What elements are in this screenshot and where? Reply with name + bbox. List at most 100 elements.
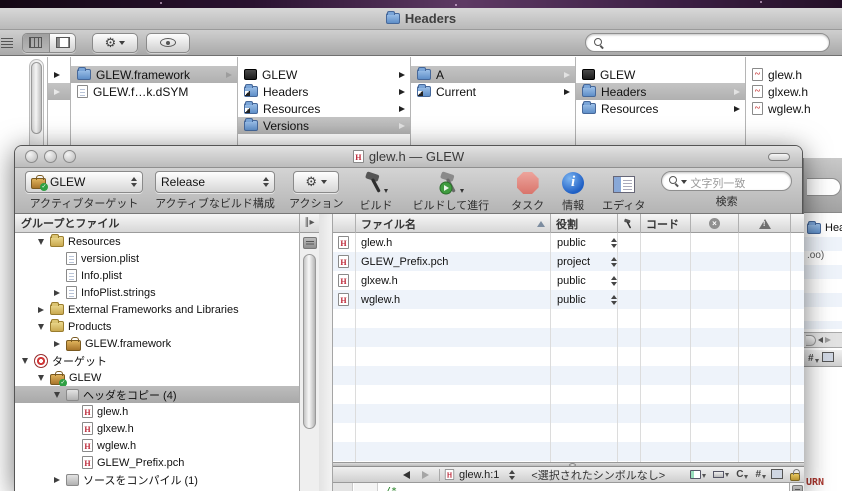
table-row[interactable]: glew.h public	[333, 233, 804, 252]
column-view-icon[interactable]	[29, 37, 42, 48]
sidebar-item-version-plist[interactable]: version.plist	[15, 250, 299, 267]
sidebar-item-info-plist[interactable]: Info.plist	[15, 267, 299, 284]
finder-item[interactable]: Resources	[576, 100, 745, 117]
sidebar-item-copy-headers[interactable]: ヘッダをコピー (4)	[15, 386, 299, 403]
sidebar-item-external-frameworks[interactable]: External Frameworks and Libraries	[15, 301, 299, 318]
editor-split-button[interactable]	[792, 485, 803, 491]
finder-item[interactable]: glxew.h	[746, 83, 842, 100]
tasks-button[interactable]: タスク	[511, 171, 544, 213]
header-errors[interactable]: ×	[691, 214, 739, 233]
bookmarks-icon[interactable]	[690, 470, 707, 479]
header-code[interactable]: コード	[641, 214, 691, 233]
finder-item[interactable]: Versions	[238, 117, 410, 134]
finder-item[interactable]: Current	[411, 83, 575, 100]
folder-icon	[417, 67, 431, 80]
sidebar-item-wglew-h[interactable]: wglew.h	[15, 437, 299, 454]
h-file-icon	[338, 293, 349, 306]
finder-sliver-row[interactable]	[48, 83, 70, 100]
sidebar-item-products[interactable]: Products	[15, 318, 299, 335]
counterpart-icon[interactable]	[771, 468, 783, 479]
list-view-icon[interactable]	[1, 38, 13, 48]
file-history-stepper[interactable]	[509, 469, 516, 480]
xcode-window: glew.h — GLEW GLEW アクティブターゲット Release アク…	[14, 145, 804, 491]
executable-icon	[244, 69, 257, 80]
table-row[interactable]: wglew.h public	[333, 290, 804, 309]
editor-button[interactable]: エディタ	[602, 171, 645, 213]
view-segmented-control[interactable]	[22, 33, 76, 53]
header-warnings[interactable]	[739, 214, 791, 233]
table-row[interactable]: GLEW_Prefix.pch project	[333, 252, 804, 271]
role-stepper[interactable]	[611, 256, 617, 267]
sidebar-item-targets[interactable]: ターゲット	[15, 352, 299, 369]
finder-titlebar[interactable]: Headers	[0, 8, 842, 30]
sidebar-item-resources[interactable]: Resources	[15, 233, 299, 250]
finder-sliver-row[interactable]	[48, 66, 70, 83]
coverflow-view-icon[interactable]	[56, 37, 70, 48]
group-folder-icon	[50, 234, 64, 247]
quicklook-button[interactable]	[146, 33, 190, 53]
toolbar-toggle-button[interactable]	[768, 153, 790, 161]
dropdown-arrows-icon	[131, 177, 137, 187]
sidebar-scrollbar[interactable]: ∥▸	[299, 214, 319, 491]
role-stepper[interactable]	[611, 237, 617, 248]
header-file-name[interactable]: ファイル名	[356, 214, 551, 233]
sidebar-splitter-button[interactable]	[303, 237, 317, 249]
class-menu-icon[interactable]: C	[736, 469, 749, 480]
finder-item[interactable]: GLEW.f…k.dSYM	[71, 83, 237, 100]
finder-item[interactable]: A	[411, 66, 575, 83]
background-folder-item: Hea	[804, 220, 842, 236]
sidebar-item-glew-h[interactable]: glew.h	[15, 403, 299, 420]
gear-icon: ⚙	[305, 174, 318, 189]
editor-label: エディタ	[602, 200, 646, 212]
file-location[interactable]: glew.h:1	[459, 469, 499, 481]
build-button[interactable]: ビルド	[359, 171, 392, 213]
background-horizontal-scrollbar[interactable]	[804, 332, 842, 348]
sidebar-item-glxew-h[interactable]: glxew.h	[15, 420, 299, 437]
finder-item[interactable]: Headers	[576, 83, 745, 100]
source-editor[interactable]: /* ** The OpenGL Extension Wrangler Libr…	[333, 483, 804, 491]
action-dropdown[interactable]: ⚙	[293, 171, 340, 193]
h-file-icon	[82, 405, 93, 418]
sidebar-collapse-control[interactable]: ∥▸	[300, 214, 319, 233]
symbol-popup[interactable]: <選択されたシンボルなし>	[531, 467, 665, 483]
sidebar-item-glew-prefix-pch[interactable]: GLEW_Prefix.pch	[15, 454, 299, 471]
header-role[interactable]: 役割	[551, 214, 618, 233]
table-row[interactable]: glxew.h public	[333, 271, 804, 290]
build-phase-box-icon	[66, 388, 79, 401]
finder-item[interactable]: GLEW.framework	[71, 66, 237, 83]
xcode-search-input[interactable]: 文字列一致	[661, 171, 792, 191]
finder-action-button[interactable]: ⚙	[92, 33, 138, 53]
active-target-dropdown[interactable]: GLEW	[25, 171, 143, 193]
sidebar-main-divider[interactable]	[319, 214, 333, 491]
include-menu-icon[interactable]: #	[755, 469, 766, 480]
sidebar-item-glew-target[interactable]: GLEW	[15, 369, 299, 387]
editor-scrollbar[interactable]	[789, 483, 804, 491]
role-stepper[interactable]	[611, 275, 617, 286]
build-config-dropdown[interactable]: Release	[155, 171, 275, 193]
header-build-column[interactable]	[618, 214, 641, 233]
finder-item[interactable]: glew.h	[746, 66, 842, 83]
header-file-icon	[752, 68, 763, 81]
header-icon-column[interactable]	[333, 214, 356, 233]
finder-item[interactable]: Resources	[238, 100, 410, 117]
role-stepper[interactable]	[611, 294, 617, 305]
sidebar-item-infoplist-strings[interactable]: InfoPlist.strings	[15, 284, 299, 301]
finder-item[interactable]: Headers	[238, 83, 410, 100]
plist-doc-icon	[66, 286, 77, 299]
gear-icon: ⚙	[104, 35, 117, 50]
sidebar-item-glew-framework[interactable]: GLEW.framework	[15, 335, 299, 352]
build-and-go-button[interactable]: ビルドして進行	[412, 171, 489, 213]
lock-icon[interactable]	[790, 468, 800, 481]
sidebar-header[interactable]: グループとファイル	[15, 214, 299, 233]
finder-item[interactable]: wglew.h	[746, 100, 842, 117]
info-button[interactable]: i 情報	[562, 171, 585, 213]
forward-button[interactable]	[422, 470, 429, 479]
finder-item[interactable]: GLEW	[576, 66, 745, 83]
sidebar-scroll-thumb[interactable]	[303, 254, 316, 429]
sidebar-item-compile-sources[interactable]: ソースをコンパイル (1)	[15, 471, 299, 488]
breakpoints-icon[interactable]	[713, 471, 730, 478]
finder-search-input[interactable]	[585, 33, 830, 52]
xcode-titlebar[interactable]: glew.h — GLEW	[15, 146, 802, 168]
back-button[interactable]	[403, 470, 410, 479]
finder-item[interactable]: GLEW	[238, 66, 410, 83]
